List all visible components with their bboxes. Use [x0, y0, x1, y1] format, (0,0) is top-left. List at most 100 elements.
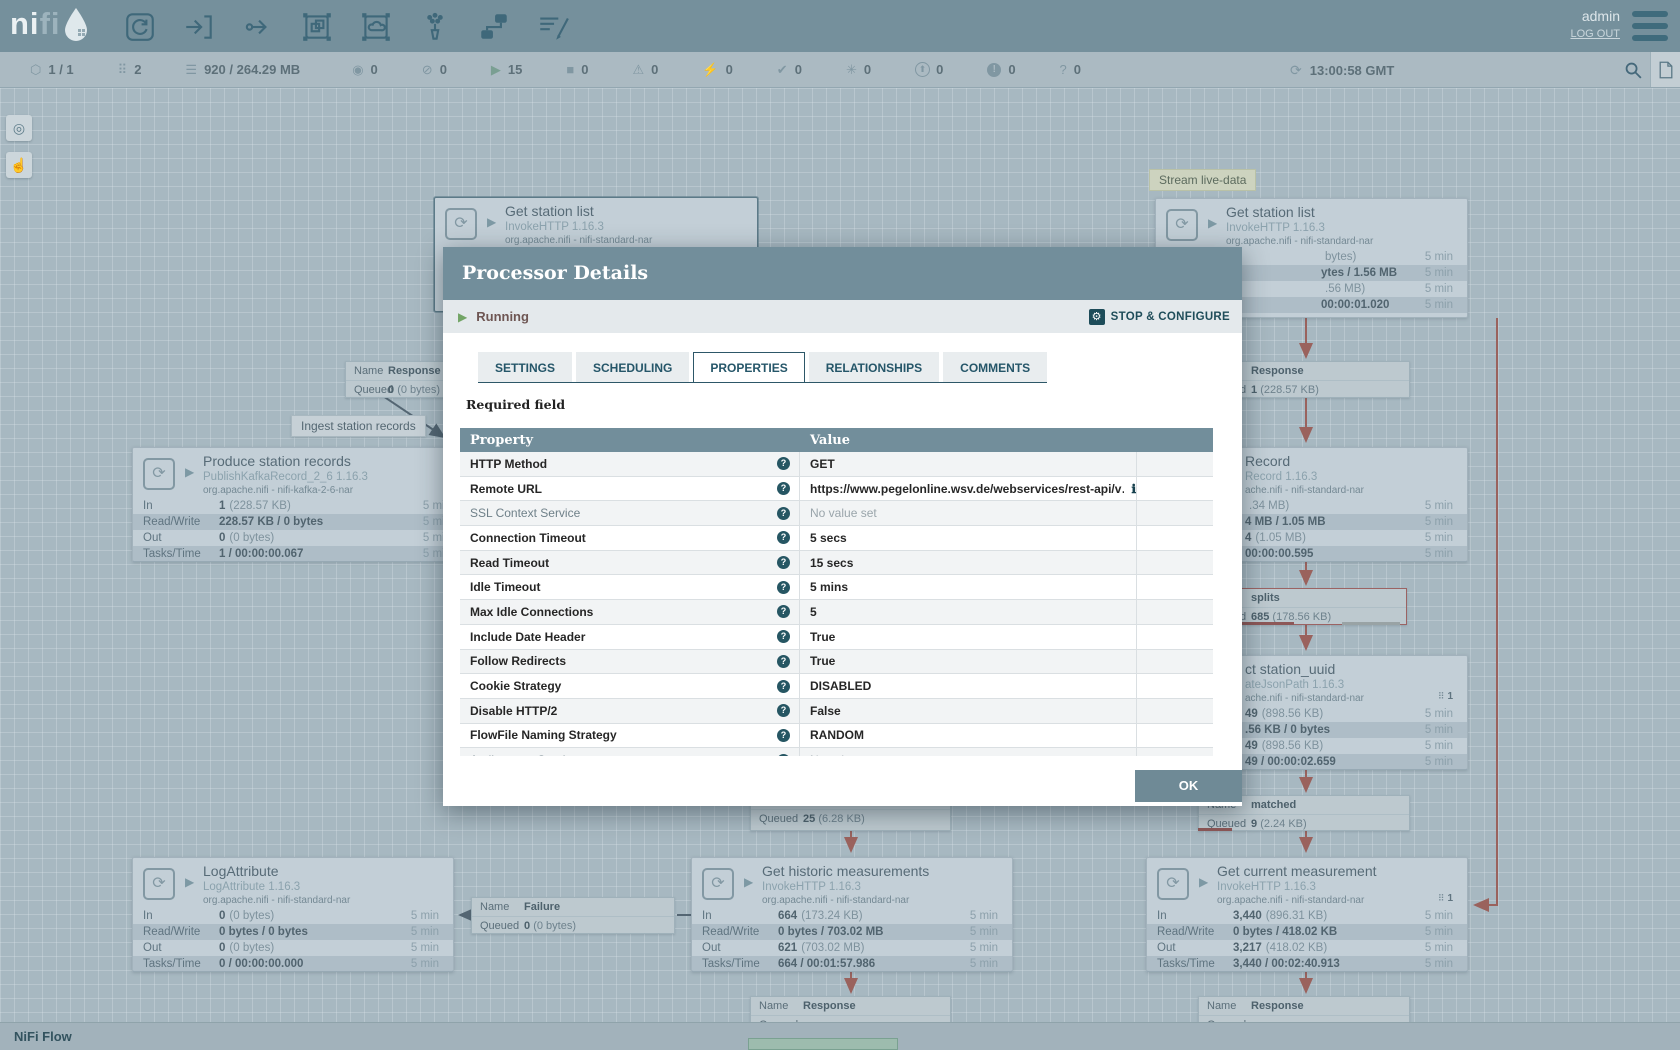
new-canvas-button[interactable] — [1650, 52, 1680, 87]
processor-get-historic-measurements[interactable]: ⟳ ▶ Get historic measurements InvokeHTTP… — [691, 857, 1013, 972]
property-row: Follow Redirects ? True ℹ — [460, 650, 1213, 675]
processor-stat-row: Out0(0 bytes)5 min — [133, 940, 453, 956]
label-icon[interactable] — [535, 9, 571, 45]
running-icon: ▶ — [487, 215, 496, 229]
help-icon[interactable]: ? — [777, 581, 790, 594]
navigate-palette-button[interactable]: ◎ — [6, 115, 32, 141]
column-property: Property — [460, 433, 799, 448]
column-value: Value — [799, 433, 1137, 448]
processor-bundle: ache.nifi - nifi-standard-nar — [1245, 485, 1364, 496]
processor-stat-row: Tasks/Time3,440 / 00:02:40.9135 min — [1147, 956, 1467, 972]
help-icon[interactable]: ? — [777, 457, 790, 470]
dialog-tab[interactable]: SETTINGS — [478, 352, 572, 382]
property-value[interactable]: True — [810, 630, 835, 644]
property-value[interactable]: 5 — [810, 605, 817, 619]
property-row: FlowFile Naming Strategy ? RANDOM ℹ — [460, 724, 1213, 749]
status-icon: ◉ — [352, 62, 363, 78]
search-button[interactable] — [1616, 52, 1650, 87]
processor-icon[interactable] — [122, 9, 158, 45]
help-icon[interactable]: ? — [777, 655, 790, 668]
dialog-status-row: ▶ Running ⚙ STOP & CONFIGURE — [443, 300, 1242, 333]
help-icon[interactable]: ? — [777, 754, 790, 756]
connection-label-failure[interactable]: NameFailure Queued0 (0 bytes) — [471, 897, 675, 934]
processor-record-partial[interactable]: Record Record 1.16.3 ache.nifi - nifi-st… — [1238, 447, 1468, 562]
status-item: ⚠ 0 — [632, 62, 658, 78]
nifi-app: nifi — [0, 0, 1680, 1050]
property-value[interactable]: True — [810, 654, 835, 668]
help-icon[interactable]: ? — [777, 680, 790, 693]
property-value[interactable]: https://www.pegelonline.wsv.de/webservic… — [810, 482, 1124, 496]
thread-count-badge: ⠿1 — [1438, 893, 1453, 904]
processor-stat-row: 49(898.56 KB)5 min — [1239, 706, 1467, 722]
status-value: 1 / 1 — [48, 62, 73, 77]
processor-logattribute[interactable]: ⟳ ▶ LogAttribute LogAttribute 1.16.3 org… — [132, 857, 454, 972]
input-port-icon[interactable] — [181, 9, 217, 45]
dialog-tab[interactable]: PROPERTIES — [693, 352, 804, 382]
logout-link[interactable]: LOG OUT — [1570, 28, 1620, 40]
property-value[interactable]: DISABLED — [810, 679, 871, 693]
refresh-icon[interactable]: ⟳ — [1290, 62, 1302, 79]
property-value[interactable]: 5 secs — [810, 531, 847, 545]
property-value[interactable]: No value set — [810, 506, 877, 520]
processor-extract-station-uuid-partial[interactable]: ct station_uuid ateJsonPath 1.16.3 ache.… — [1238, 655, 1468, 770]
status-icon: ⬆ — [915, 62, 930, 77]
help-icon[interactable]: ? — [777, 482, 790, 495]
property-row: Idle Timeout ? 5 mins ℹ — [460, 575, 1213, 600]
property-value[interactable]: No value set — [810, 753, 877, 756]
property-row: Connection Timeout ? 5 secs ℹ — [460, 526, 1213, 551]
status-value: 0 — [864, 62, 871, 77]
threads-icon: ⠿ — [1438, 893, 1445, 903]
template-icon[interactable] — [476, 9, 512, 45]
processor-type-icon: ⟳ — [143, 458, 175, 490]
help-icon[interactable]: ? — [777, 704, 790, 717]
processor-stat-row: 49 / 00:00:02.6595 min — [1239, 754, 1467, 770]
help-icon[interactable]: ? — [777, 531, 790, 544]
stop-and-configure-button[interactable]: ⚙ STOP & CONFIGURE — [1089, 309, 1230, 325]
help-icon[interactable]: ? — [777, 556, 790, 569]
property-value[interactable]: GET — [810, 457, 835, 471]
operate-palette-button[interactable]: ☝ — [6, 152, 32, 178]
breadcrumb-nifi-flow[interactable]: NiFi Flow — [14, 1029, 72, 1044]
logo-text: ni — [10, 6, 40, 42]
dialog-tab[interactable]: SCHEDULING — [576, 352, 689, 382]
processor-stat-row: 4 MB / 1.05 MB5 min — [1239, 514, 1467, 530]
processor-stat-row: In664(173.24 KB)5 min — [692, 908, 1012, 924]
property-value[interactable]: 15 secs — [810, 556, 853, 570]
processor-stat-row: Read/Write228.57 KB / 0 bytes5 min — [133, 514, 465, 530]
status-value: 0 — [440, 62, 447, 77]
ok-button[interactable]: OK — [1135, 770, 1242, 802]
help-icon[interactable]: ? — [777, 729, 790, 742]
property-name: Remote URL — [470, 482, 542, 496]
property-name: Read Timeout — [470, 556, 549, 570]
dialog-title: Processor Details — [443, 247, 1242, 300]
property-row: Include Date Header ? True ℹ — [460, 625, 1213, 650]
property-row: Disable HTTP/2 ? False ℹ — [460, 699, 1213, 724]
status-item: ☰ 920 / 264.29 MB — [185, 62, 300, 78]
status-item: ✳ 0 — [846, 62, 871, 78]
status-icon: ! — [987, 63, 1001, 77]
property-value[interactable]: 5 mins — [810, 580, 848, 594]
property-value[interactable]: False — [810, 704, 841, 718]
processor-stat-row: Tasks/Time664 / 00:01:57.9865 min — [692, 956, 1012, 972]
global-menu-button[interactable] — [1632, 11, 1668, 41]
help-icon[interactable]: ? — [777, 630, 790, 643]
status-icon: ⚠ — [632, 62, 644, 78]
processor-name: Get historic measurements — [762, 863, 929, 879]
canvas-label-stream-live-data[interactable]: Stream live-data — [1149, 169, 1256, 191]
remote-process-group-icon[interactable] — [358, 9, 394, 45]
processor-produce-station-records[interactable]: ⟳ ▶ Produce station records PublishKafka… — [132, 447, 466, 562]
info-icon[interactable]: ℹ — [1131, 482, 1136, 496]
processor-get-current-measurement[interactable]: ⟳ ▶ Get current measurement InvokeHTTP 1… — [1146, 857, 1468, 972]
dialog-tab[interactable]: RELATIONSHIPS — [809, 352, 939, 382]
status-value: 0 — [1008, 62, 1015, 77]
running-status-icon: ▶ — [458, 310, 467, 324]
process-group-icon[interactable] — [299, 9, 335, 45]
help-icon[interactable]: ? — [777, 605, 790, 618]
output-port-icon[interactable] — [240, 9, 276, 45]
dialog-tab[interactable]: COMMENTS — [943, 352, 1047, 382]
funnel-icon[interactable] — [417, 9, 453, 45]
property-value[interactable]: RANDOM — [810, 728, 864, 742]
help-icon[interactable]: ? — [777, 507, 790, 520]
canvas-label-ingest-station-records[interactable]: Ingest station records — [291, 415, 426, 437]
processor-stat-row: In1(228.57 KB)5 min — [133, 498, 465, 514]
